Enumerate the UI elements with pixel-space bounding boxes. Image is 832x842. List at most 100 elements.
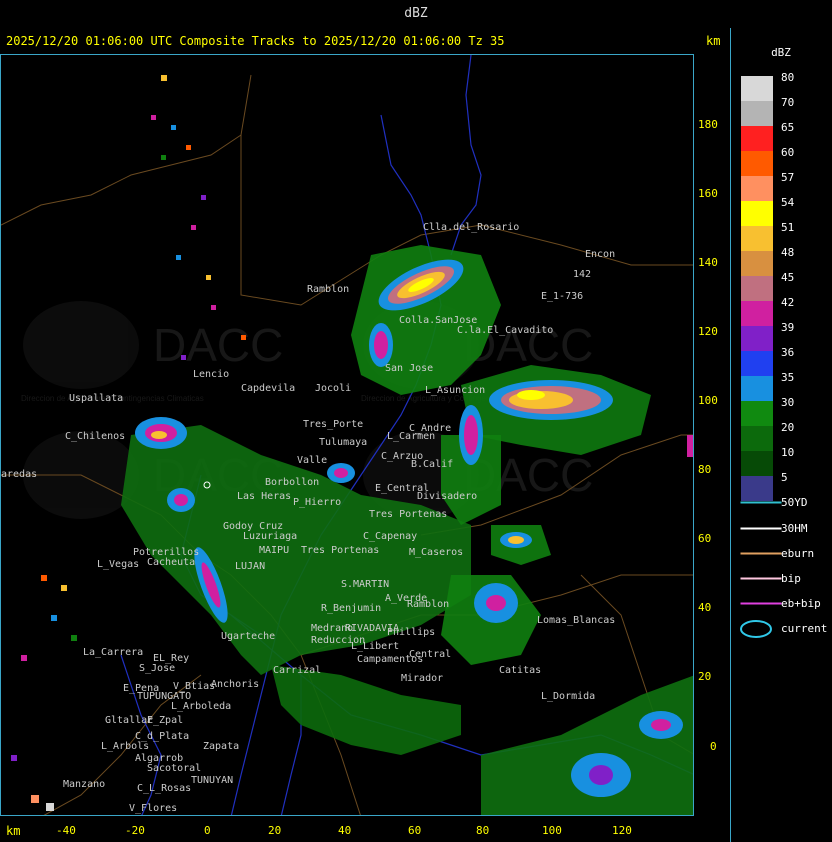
place-label: E_1-736: [541, 291, 583, 302]
place-label: L_Vegas: [97, 559, 139, 570]
colorbar-swatch: [741, 301, 773, 326]
y-tick: 0: [710, 740, 717, 753]
x-tick: -20: [125, 824, 145, 837]
place-label: Lencio: [193, 369, 229, 380]
colorbar-swatch: [741, 376, 773, 401]
place-label: Manzano: [63, 779, 105, 790]
place-label: Central: [409, 649, 451, 660]
place-label: Ramblon: [407, 599, 449, 610]
colorbar-swatch: [741, 401, 773, 426]
place-label: Clla.del_Rosario: [423, 222, 519, 233]
place-label: L_Arbols: [101, 741, 149, 752]
place-label: E_Zpal: [147, 715, 183, 726]
place-label: C_Capenay: [363, 531, 417, 542]
place-label: Lomas_Blancas: [537, 615, 615, 626]
place-label: M_Caseros: [409, 547, 463, 558]
colorbar-label: 65: [781, 121, 795, 134]
radar-map-svg: DACC DACC DACC DACC Direccion de Agricul…: [1, 55, 693, 815]
colorbar-swatch: [741, 101, 773, 126]
colorbar-label: 80: [781, 71, 795, 84]
place-label: Cacheuta: [147, 557, 195, 568]
place-label: Tres Portenas: [301, 545, 379, 556]
legend-label: 30HM: [781, 522, 808, 535]
colorbar-swatch: [741, 226, 773, 251]
legend-label: eburn: [781, 547, 815, 560]
place-label: Encon: [585, 249, 615, 260]
legend-line-50yd: [741, 502, 781, 503]
legend-line-ebbip: [741, 603, 781, 604]
place-label: B.Calif: [411, 459, 453, 470]
place-label: P_Hierro: [293, 497, 341, 508]
x-tick: 60: [408, 824, 422, 837]
colorbar-swatch: [741, 276, 773, 301]
place-label: S_Jose: [139, 663, 175, 674]
place-label: La_Carrera: [83, 647, 143, 658]
colorbar-swatch: [741, 426, 773, 451]
place-label: Gltallar: [105, 715, 153, 726]
km-label-top: km: [706, 34, 721, 48]
place-label: L_Dormida: [541, 691, 595, 702]
colorbar-label: 45: [781, 271, 795, 284]
watermark-logo-1: [23, 301, 139, 389]
colorbar-swatch: [741, 251, 773, 276]
radar-viewer: dBZ 2025/12/20 01:06:00 UTC Composite Tr…: [0, 0, 832, 842]
colorbar-label: 20: [781, 421, 795, 434]
place-label: V_Btias: [173, 681, 215, 692]
x-tick: 120: [612, 824, 632, 837]
legend-current-label: current: [781, 622, 828, 635]
place-label: V_Flores: [129, 803, 177, 814]
y-tick: 180: [698, 118, 718, 131]
place-label: Ramblon: [307, 284, 349, 295]
place-label: L_Arboleda: [171, 701, 231, 712]
place-label: S.MARTIN: [341, 579, 389, 590]
y-tick: 140: [698, 256, 718, 269]
colorbar-swatch: [741, 476, 773, 501]
place-label: Luzuriaga: [243, 531, 297, 542]
colorbar-swatch: [741, 176, 773, 201]
place-label: Valle: [297, 455, 327, 466]
x-tick: 40: [338, 824, 352, 837]
y-tick: 60: [698, 532, 712, 545]
place-label: Mirador: [401, 673, 443, 684]
colorbar-label: 39: [781, 321, 795, 334]
colorbar-label: 57: [781, 171, 795, 184]
colorbar-swatch: [741, 76, 773, 101]
place-label: aredas: [1, 469, 37, 480]
colorbar-label: 51: [781, 221, 795, 234]
place-label: EL_Rey: [153, 653, 189, 664]
radar-map[interactable]: DACC DACC DACC DACC Direccion de Agricul…: [0, 54, 694, 816]
place-label: Phillips: [387, 627, 435, 638]
x-tick: 100: [542, 824, 562, 837]
place-label: Borbollon: [265, 477, 319, 488]
colorbar-swatch: [741, 126, 773, 151]
colorbar-title: dBZ: [771, 46, 791, 59]
colorbar-swatch: [741, 201, 773, 226]
colorbar-label: 10: [781, 446, 795, 459]
colorbar-label: 42: [781, 296, 795, 309]
legend-line-30hm: [741, 528, 781, 529]
place-label: Tulumaya: [319, 437, 367, 448]
place-label: L_Libert: [351, 641, 399, 652]
place-label: Carrizal: [273, 665, 321, 676]
colorbar-label: 54: [781, 196, 795, 209]
current-ellipse-icon: [740, 620, 772, 638]
place-label: C_Chilenos: [65, 431, 125, 442]
colorbar-swatch: [741, 326, 773, 351]
place-label: Tres Portenas: [369, 509, 447, 520]
place-label: Jocoli: [315, 383, 351, 394]
place-label: Capdevila: [241, 383, 295, 394]
place-label: L_Carmen: [387, 431, 435, 442]
track-title: 2025/12/20 01:06:00 UTC Composite Tracks…: [6, 34, 505, 48]
km-label-bottom: km: [6, 824, 21, 838]
colorbar-label: 35: [781, 371, 795, 384]
legend-line-bip: [741, 578, 781, 579]
place-label: Divisadero: [417, 491, 477, 502]
place-label: Catitas: [499, 665, 541, 676]
place-label: Tres_Porte: [303, 419, 363, 430]
colorbar-label: 30: [781, 396, 795, 409]
y-tick: 80: [698, 463, 712, 476]
place-label: Medrano: [311, 623, 353, 634]
y-tick: 40: [698, 601, 712, 614]
legend-label: bip: [781, 572, 801, 585]
y-tick: 160: [698, 187, 718, 200]
